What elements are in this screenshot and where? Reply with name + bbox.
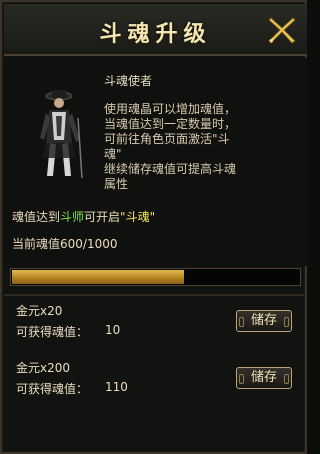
description-line: 魂"	[104, 147, 122, 161]
option-cost: 金元x200	[16, 361, 71, 375]
current-soul-value: 当前魂值600/1000	[12, 237, 118, 251]
option-gain-label: 可获得魂值：	[16, 325, 89, 339]
unlock-requirement: 魂值达到斗师可开启"斗魂"	[12, 208, 155, 225]
description-line: 可前往角色页面激活"斗	[104, 132, 230, 146]
unlock-middle: 可开启	[84, 210, 121, 224]
spirit-name: 斗魂使者	[104, 74, 153, 88]
unlock-prefix: 魂值达到	[12, 210, 61, 224]
deposit-button[interactable]: 储存	[236, 310, 292, 332]
close-icon[interactable]	[266, 14, 298, 46]
window-title: 斗魂升级	[99, 21, 212, 47]
section-divider	[4, 294, 307, 296]
soul-progress-fill	[12, 270, 184, 284]
option-gain-value: 10	[105, 323, 121, 337]
window-header: 斗魂升级	[4, 4, 307, 56]
deposit-button[interactable]: 储存	[236, 367, 292, 389]
description-line: 当魂值达到一定数量时，	[104, 117, 237, 131]
spirit-description: 使用魂晶可以增加魂值， 当魂值达到一定数量时， 可前往角色页面激活"斗 魂" 继…	[104, 102, 294, 192]
spirit-envoy-portrait	[32, 88, 86, 188]
description-line: 继续储存魂值可提高斗魂	[104, 162, 237, 176]
soul-upgrade-window: 斗魂升级 斗魂使者 使用魂晶可以增加魂值， 当魂值达到一定数量时， 可前往角色页…	[0, 0, 307, 454]
description-line: 属性	[104, 177, 129, 191]
soul-progress-bar	[10, 268, 301, 286]
description-line: 使用魂晶可以增加魂值，	[104, 102, 237, 116]
option-gain-value: 110	[105, 380, 128, 394]
unlock-target: "斗魂"	[120, 210, 156, 224]
option-gain-label: 可获得魂值：	[16, 382, 89, 396]
unlock-rank: 斗师	[60, 210, 85, 224]
option-cost: 金元x20	[16, 304, 63, 318]
